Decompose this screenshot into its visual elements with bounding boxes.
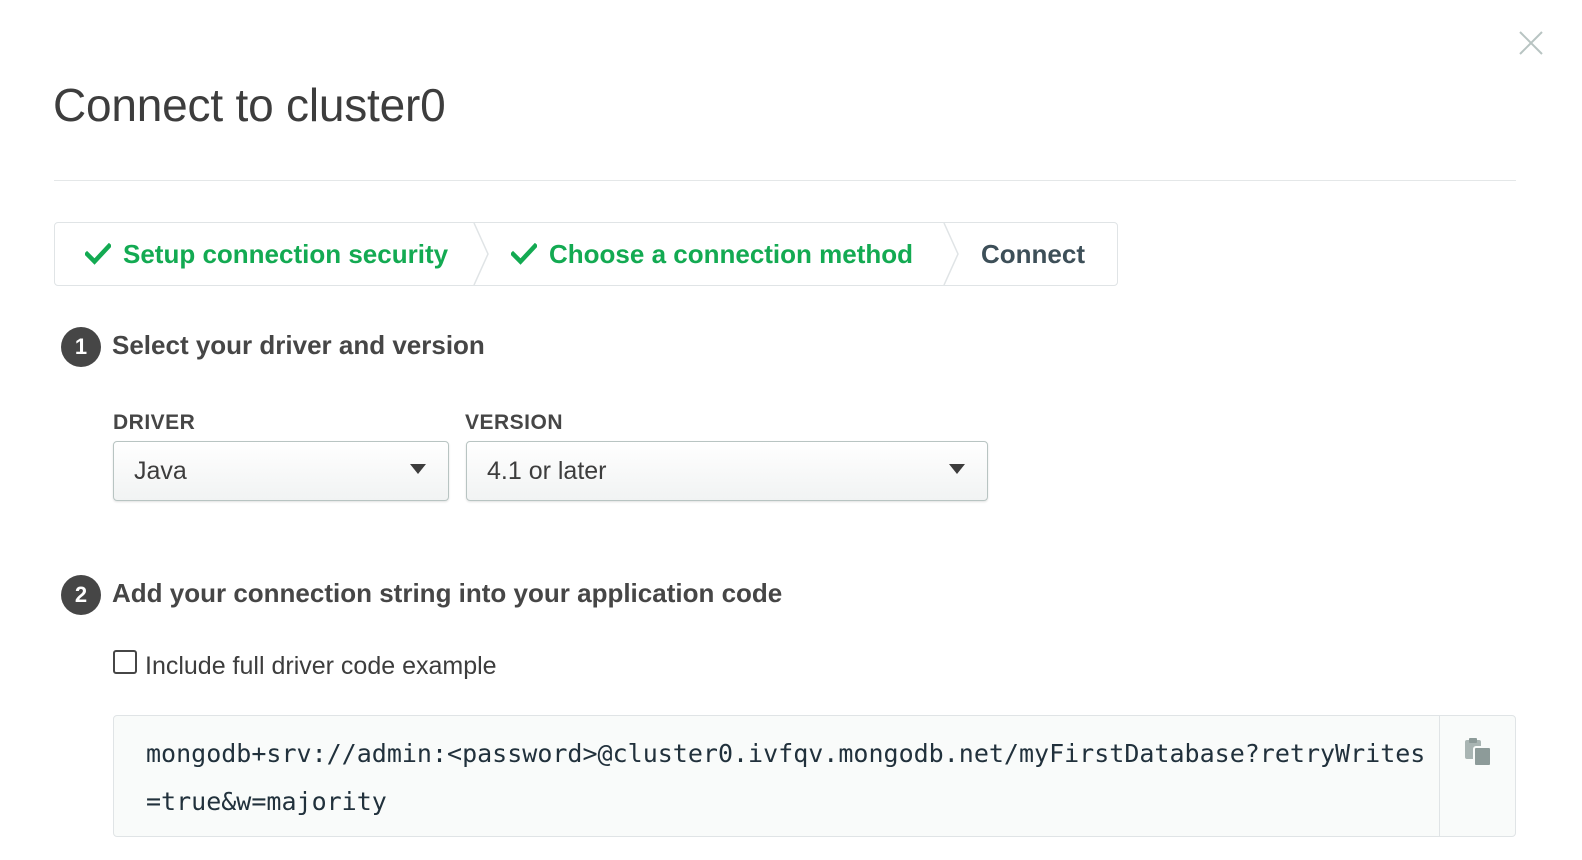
step-choose-connection-method[interactable]: Choose a connection method (511, 223, 913, 285)
modal-title: Connect to cluster0 (53, 79, 446, 131)
connection-string-box: mongodb+srv://admin:<password>@cluster0.… (113, 715, 1516, 837)
driver-select-value: Java (134, 456, 187, 485)
section-heading-driver: Select your driver and version (112, 330, 485, 360)
chevron-right-icon (943, 223, 959, 285)
caret-down-icon (949, 464, 965, 474)
connection-string[interactable]: mongodb+srv://admin:<password>@cluster0.… (146, 730, 1426, 826)
include-full-driver-code-checkbox[interactable] (113, 650, 137, 674)
step-setup-connection-security[interactable]: Setup connection security (85, 223, 448, 285)
copy-button[interactable] (1439, 716, 1515, 836)
stepper: Setup connection security Choose a conne… (54, 222, 1118, 286)
version-select[interactable]: 4.1 or later (466, 441, 988, 501)
driver-label: DRIVER (113, 411, 196, 434)
divider (54, 180, 1516, 181)
version-label: VERSION (465, 411, 564, 434)
version-select-value: 4.1 or later (487, 456, 607, 485)
section-number-1: 1 (61, 327, 101, 367)
close-button[interactable] (1514, 26, 1548, 60)
step-label: Setup connection security (123, 238, 449, 269)
section-number-2: 2 (61, 575, 101, 615)
step-label: Choose a connection method (549, 238, 914, 269)
include-full-driver-code-label[interactable]: Include full driver code example (145, 652, 497, 681)
check-icon (85, 243, 111, 265)
chevron-right-icon (473, 223, 489, 285)
close-icon (1519, 31, 1543, 55)
step-connect[interactable]: Connect (981, 223, 1085, 285)
caret-down-icon (410, 464, 426, 474)
driver-select[interactable]: Java (113, 441, 449, 501)
check-icon (511, 243, 537, 265)
section-heading-connection-string: Add your connection string into your app… (112, 578, 783, 608)
copy-icon (1464, 738, 1492, 767)
step-label: Connect (981, 238, 1085, 269)
